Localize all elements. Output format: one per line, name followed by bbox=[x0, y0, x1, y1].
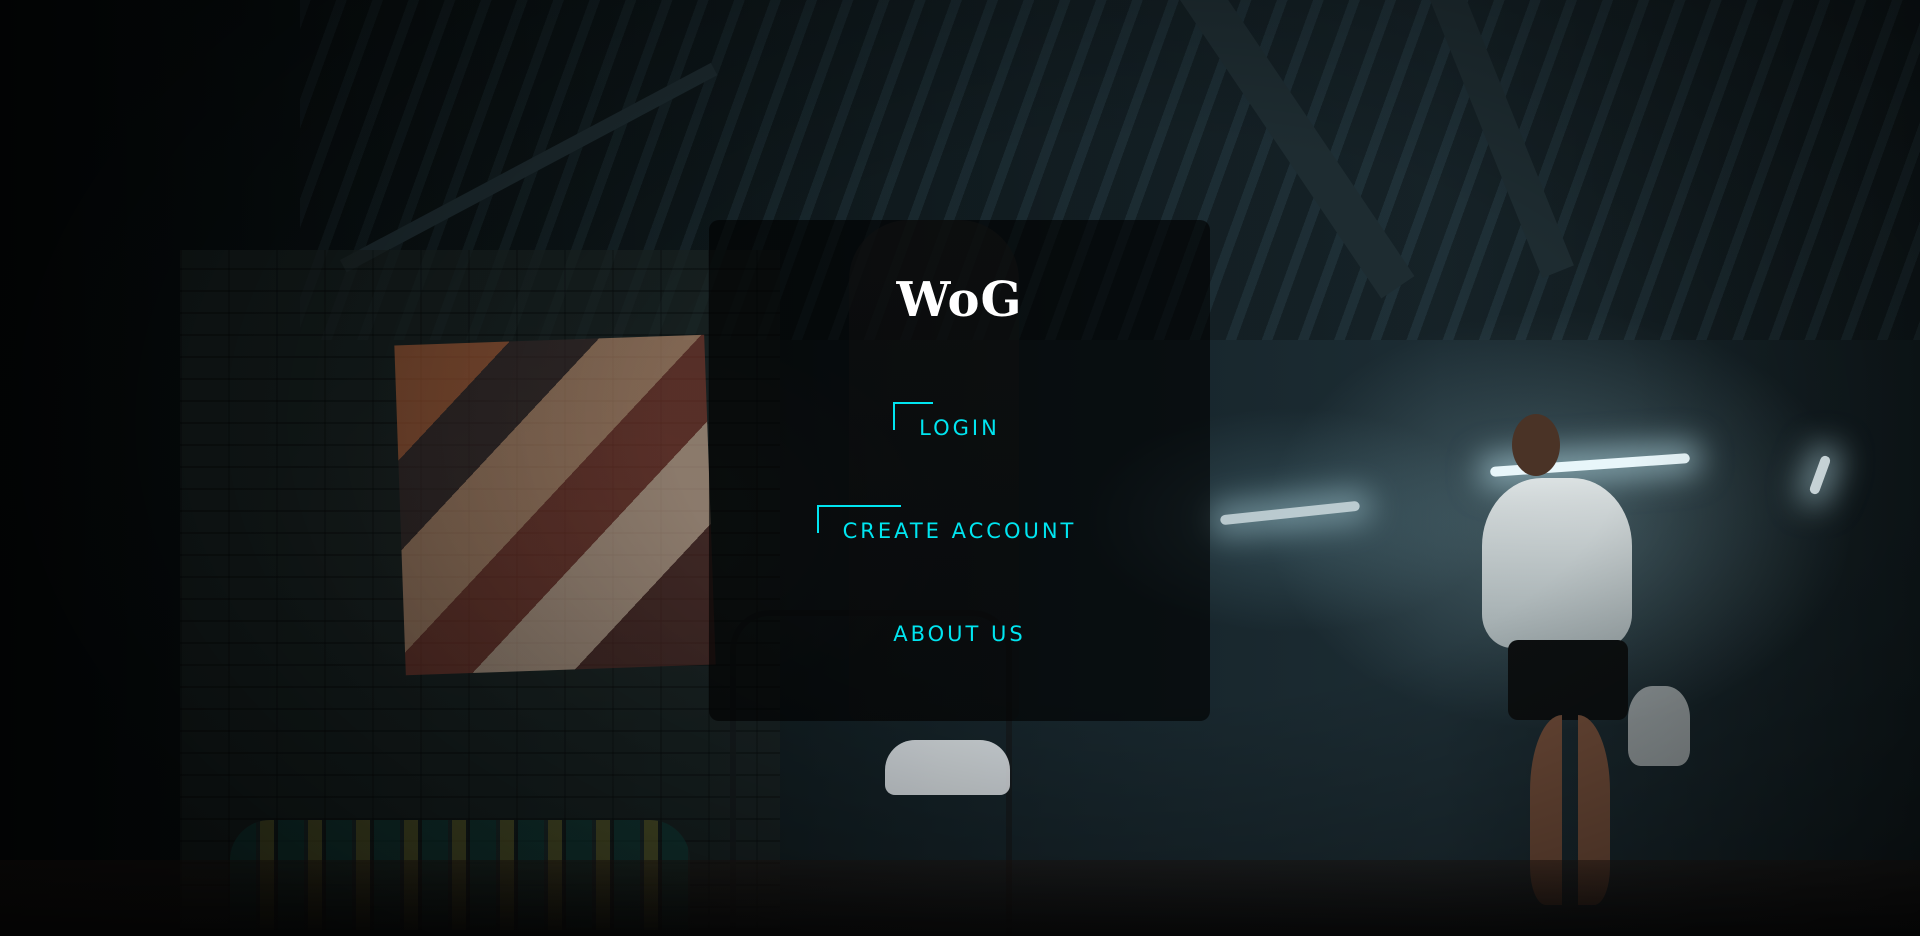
about-us-button[interactable]: ABOUT US bbox=[709, 618, 1210, 650]
login-label-wrap: LOGIN bbox=[893, 402, 1002, 444]
brand-logo: WoG bbox=[896, 272, 1023, 328]
corner-accent bbox=[816, 505, 901, 533]
about-us-label: ABOUT US bbox=[893, 622, 1026, 646]
login-button[interactable]: LOGIN bbox=[709, 402, 1210, 444]
create-account-button[interactable]: CREATE ACCOUNT bbox=[709, 505, 1210, 547]
menu-panel: WoG LOGIN CREATE ACCOUNT ABOUT US bbox=[709, 220, 1210, 721]
about-us-label-wrap: ABOUT US bbox=[891, 618, 1028, 650]
gym-background: WoG LOGIN CREATE ACCOUNT ABOUT US bbox=[0, 0, 1920, 936]
create-account-label-wrap: CREATE ACCOUNT bbox=[816, 505, 1079, 547]
corner-accent bbox=[893, 402, 934, 430]
